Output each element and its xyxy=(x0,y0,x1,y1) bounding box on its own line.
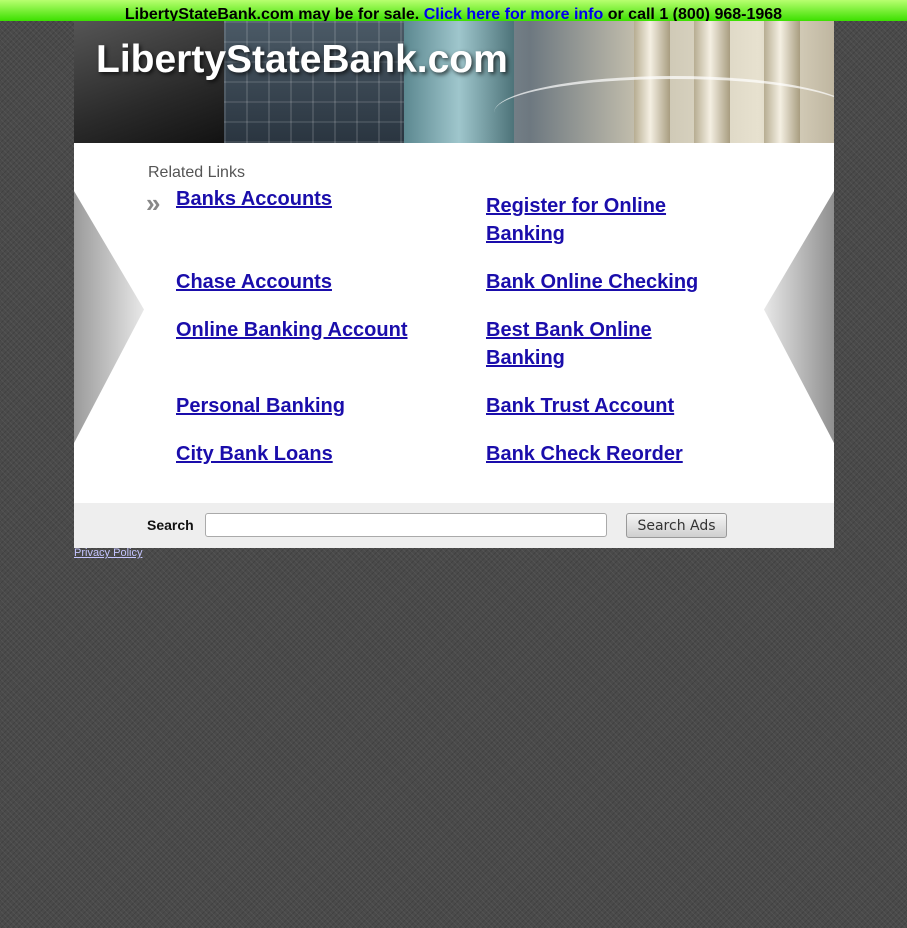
header-image-arc xyxy=(494,76,834,143)
phone-text: or call 1 (800) 968-1968 xyxy=(607,6,783,21)
search-input[interactable] xyxy=(205,513,607,537)
related-link[interactable]: Bank Trust Account xyxy=(486,392,726,420)
for-sale-banner: LibertyStateBank.com may be for sale. Cl… xyxy=(0,0,907,21)
related-link[interactable]: Bank Online Checking xyxy=(486,268,726,296)
related-links-panel: Related Links » Banks Accounts Register … xyxy=(74,143,834,503)
right-decor-shape xyxy=(764,191,834,443)
related-link[interactable]: Register for Online Banking xyxy=(486,192,726,248)
related-link[interactable]: Personal Banking xyxy=(176,392,456,420)
site-title: LibertyStateBank.com xyxy=(96,38,508,81)
page-container: LibertyStateBank.com Related Links » Ban… xyxy=(74,21,834,559)
header-banner: LibertyStateBank.com xyxy=(74,21,834,143)
left-decor-shape xyxy=(74,191,144,443)
double-chevron-right-icon: » xyxy=(146,188,161,218)
search-bar: Search Search Ads xyxy=(74,503,834,548)
related-link[interactable]: Banks Accounts xyxy=(176,185,456,213)
related-link[interactable]: City Bank Loans xyxy=(176,440,456,468)
for-sale-message: LibertyStateBank.com may be for sale. xyxy=(124,6,420,21)
related-link[interactable]: Online Banking Account xyxy=(176,316,456,344)
related-links-heading: Related Links xyxy=(148,164,245,181)
privacy-policy-link[interactable]: Privacy Policy xyxy=(74,547,142,559)
search-ads-button[interactable]: Search Ads xyxy=(626,513,727,538)
related-link[interactable]: Best Bank Online Banking xyxy=(486,316,726,372)
search-label: Search xyxy=(147,517,194,533)
related-link[interactable]: Bank Check Reorder xyxy=(486,440,726,468)
more-info-link[interactable]: Click here for more info xyxy=(424,6,604,21)
related-link[interactable]: Chase Accounts xyxy=(176,268,456,296)
